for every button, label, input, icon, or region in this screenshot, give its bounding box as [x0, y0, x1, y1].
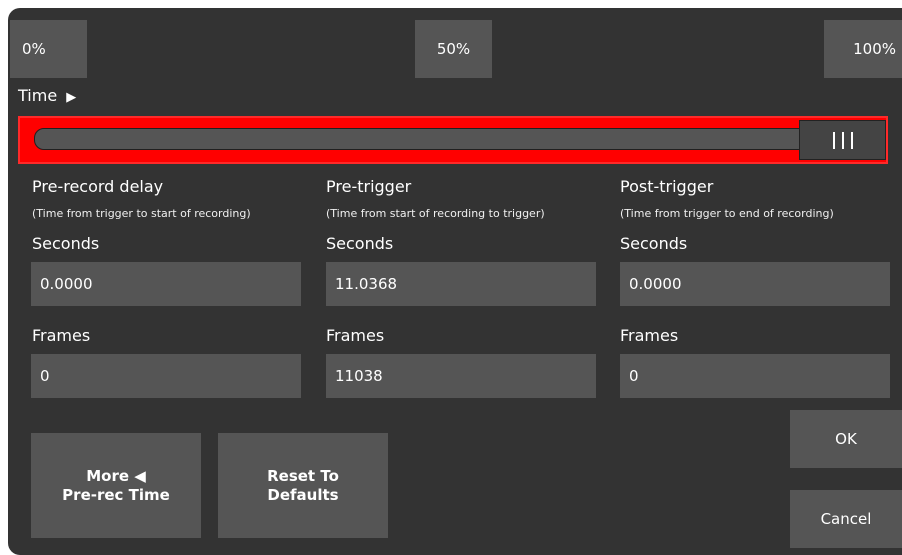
pre-trigger-subtitle: (Time from start of recording to trigger… — [326, 207, 545, 220]
preset-0-percent-label: 0% — [22, 40, 46, 58]
grip-line-icon — [832, 131, 835, 149]
play-arrow-icon: ▶ — [66, 90, 77, 105]
pre-trigger-title: Pre-trigger — [326, 177, 412, 196]
pre-record-delay-frames-label: Frames — [32, 326, 91, 345]
pre-trigger-seconds-label: Seconds — [326, 234, 394, 253]
post-trigger-frames-label: Frames — [620, 326, 679, 345]
post-trigger-seconds-label: Seconds — [620, 234, 688, 253]
slider-track[interactable] — [34, 128, 816, 150]
ok-button-label: OK — [835, 430, 857, 448]
pre-trigger-seconds-field[interactable]: 11.0368 — [326, 262, 596, 306]
pre-record-delay-seconds-value: 0.0000 — [40, 275, 93, 293]
post-trigger-frames-field[interactable]: 0 — [620, 354, 890, 398]
pre-record-delay-subtitle: (Time from trigger to start of recording… — [32, 207, 251, 220]
pre-record-delay-frames-value: 0 — [40, 367, 50, 385]
grip-line-icon — [850, 131, 853, 149]
time-slider[interactable] — [18, 116, 888, 164]
more-button-line1: More ◀ — [86, 466, 146, 485]
pre-record-delay-frames-field[interactable]: 0 — [31, 354, 301, 398]
time-label: Time ▶ — [18, 86, 76, 105]
post-trigger-seconds-value: 0.0000 — [629, 275, 682, 293]
preset-0-percent-button[interactable]: 0% — [10, 20, 87, 78]
trigger-delay-panel: 0% 50% 100% Time ▶ Pre-record delay (Tim… — [8, 8, 902, 555]
reset-button-line1: Reset To — [267, 466, 339, 485]
slider-thumb[interactable] — [799, 120, 886, 160]
preset-50-percent-label: 50% — [436, 40, 471, 58]
post-trigger-title: Post-trigger — [620, 177, 714, 196]
time-label-text: Time — [18, 86, 58, 105]
more-pre-rec-time-button[interactable]: More ◀ Pre-rec Time — [31, 433, 201, 538]
pre-trigger-seconds-value: 11.0368 — [335, 275, 398, 293]
grip-line-icon — [841, 131, 844, 149]
reset-to-defaults-button[interactable]: Reset To Defaults — [218, 433, 388, 538]
pre-record-delay-title: Pre-record delay — [32, 177, 164, 196]
preset-50-percent-button[interactable]: 50% — [415, 20, 492, 78]
pre-trigger-frames-value: 11038 — [335, 367, 383, 385]
pre-trigger-frames-label: Frames — [326, 326, 385, 345]
pre-trigger-frames-field[interactable]: 11038 — [326, 354, 596, 398]
ok-button[interactable]: OK — [790, 410, 902, 468]
cancel-button[interactable]: Cancel — [790, 490, 902, 548]
post-trigger-seconds-field[interactable]: 0.0000 — [620, 262, 890, 306]
post-trigger-subtitle: (Time from trigger to end of recording) — [620, 207, 834, 220]
preset-100-percent-label: 100% — [853, 40, 896, 58]
more-button-line2: Pre-rec Time — [62, 485, 170, 504]
pre-record-delay-seconds-label: Seconds — [32, 234, 100, 253]
reset-button-line2: Defaults — [267, 485, 339, 504]
post-trigger-frames-value: 0 — [629, 367, 639, 385]
preset-100-percent-button[interactable]: 100% — [824, 20, 902, 78]
cancel-button-label: Cancel — [820, 510, 872, 528]
pre-record-delay-seconds-field[interactable]: 0.0000 — [31, 262, 301, 306]
